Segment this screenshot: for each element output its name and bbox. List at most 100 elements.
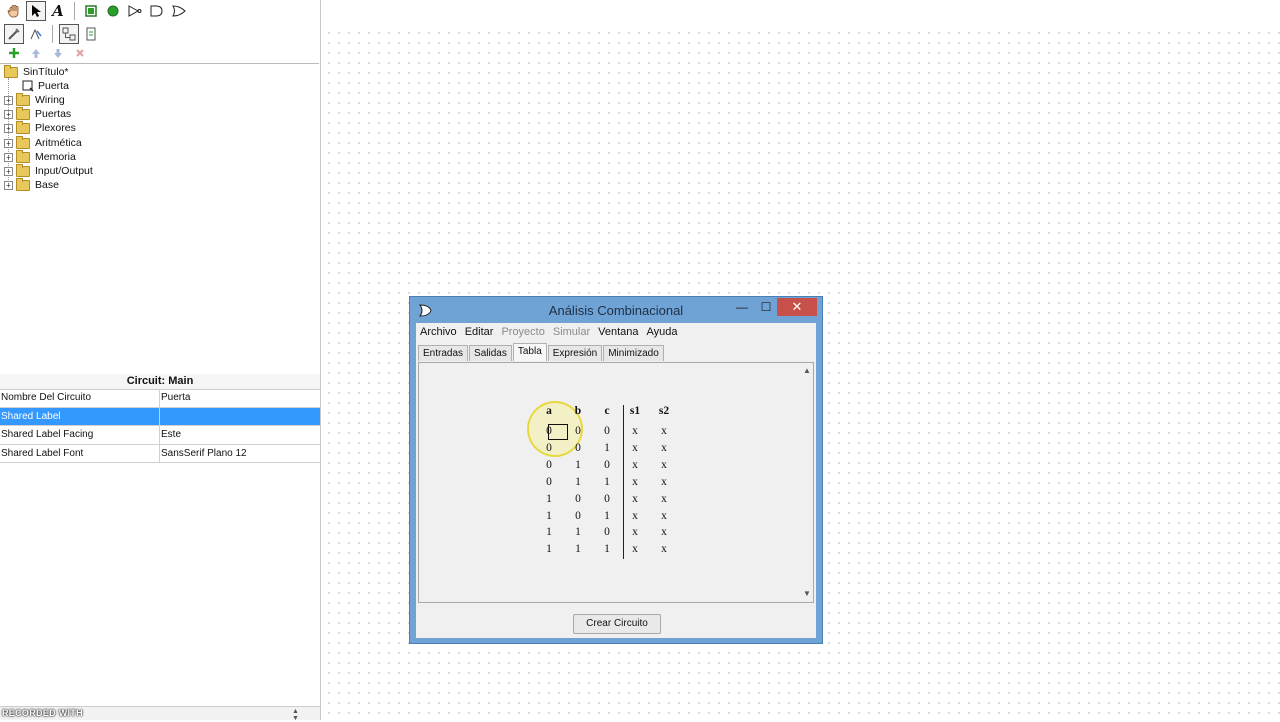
menu-editar[interactable]: Editar <box>465 326 494 338</box>
menu-simular[interactable]: Simular <box>553 326 590 338</box>
table-cell[interactable]: 0 <box>597 493 617 505</box>
edit-layout-icon[interactable] <box>4 24 24 44</box>
table-cell[interactable]: x <box>625 543 645 555</box>
table-cell[interactable]: 0 <box>597 526 617 538</box>
table-cell[interactable]: x <box>625 425 645 437</box>
tree-folder-base[interactable]: + Base <box>4 177 59 192</box>
tab-minimizado[interactable]: Minimizado <box>603 345 664 361</box>
table-cell[interactable]: 0 <box>597 459 617 471</box>
table-cell[interactable]: 1 <box>597 442 617 454</box>
table-cell[interactable]: x <box>654 459 674 471</box>
scroll-down-icon[interactable]: ▼ <box>801 588 813 600</box>
input-pin-icon[interactable] <box>81 1 101 21</box>
dialog-titlebar[interactable]: Análisis Combinacional — ☐ ✕ <box>410 297 822 323</box>
property-value[interactable]: Este <box>160 426 320 444</box>
edit-appearance-icon[interactable] <box>26 24 46 44</box>
table-cell[interactable]: x <box>654 442 674 454</box>
minimize-button[interactable]: — <box>732 298 752 316</box>
circuit-magnifier-icon <box>22 80 34 92</box>
table-cell[interactable]: x <box>654 425 674 437</box>
delete-circuit-icon[interactable] <box>70 45 90 61</box>
table-cell[interactable]: 0 <box>568 510 588 522</box>
table-cell[interactable]: 0 <box>539 476 559 488</box>
close-button[interactable]: ✕ <box>777 298 817 316</box>
table-cell[interactable]: x <box>625 459 645 471</box>
scroll-up-icon[interactable]: ▲ <box>801 365 813 377</box>
table-cell[interactable]: x <box>654 526 674 538</box>
tree-folder-input-output[interactable]: + Input/Output <box>4 163 93 178</box>
table-cell[interactable]: 1 <box>568 459 588 471</box>
property-value[interactable]: Puerta <box>160 389 320 407</box>
vertical-scrollbar[interactable]: ▲ ▼ <box>801 363 813 602</box>
table-cell[interactable]: x <box>625 510 645 522</box>
tree-folder-plexores[interactable]: + Plexores <box>4 120 76 135</box>
property-row[interactable]: Shared Label Font SansSerif Plano 12 <box>0 444 320 463</box>
table-cell[interactable]: 1 <box>539 543 559 555</box>
not-gate-icon[interactable] <box>125 1 145 21</box>
table-cell[interactable]: 1 <box>597 476 617 488</box>
table-cell[interactable]: 0 <box>568 442 588 454</box>
table-cell[interactable]: 0 <box>568 425 588 437</box>
select-tool-icon[interactable] <box>26 1 46 21</box>
project-tree-view-icon[interactable] <box>59 24 79 44</box>
expand-icon[interactable]: + <box>4 109 13 119</box>
move-up-icon[interactable] <box>26 45 46 61</box>
expand-icon[interactable]: + <box>4 180 13 190</box>
property-row[interactable]: Shared Label <box>0 407 320 426</box>
tree-folder-wiring[interactable]: + Wiring <box>4 92 65 107</box>
table-cell[interactable]: x <box>625 476 645 488</box>
tab-entradas[interactable]: Entradas <box>418 345 469 361</box>
table-cell[interactable]: x <box>625 526 645 538</box>
add-circuit-icon[interactable] <box>4 45 24 61</box>
table-cell[interactable]: 0 <box>597 425 617 437</box>
expand-icon[interactable]: + <box>4 166 13 176</box>
text-tool-icon[interactable]: A <box>48 1 68 21</box>
expand-icon[interactable]: + <box>4 138 13 148</box>
table-cell[interactable]: x <box>625 493 645 505</box>
table-cell[interactable]: 1 <box>568 526 588 538</box>
menu-archivo[interactable]: Archivo <box>420 326 457 338</box>
property-value[interactable]: SansSerif Plano 12 <box>160 445 320 463</box>
tree-circuit-puerta[interactable]: Puerta <box>22 79 69 93</box>
table-cell[interactable]: x <box>654 493 674 505</box>
property-row[interactable]: Shared Label Facing Este <box>0 426 320 445</box>
menu-ayuda[interactable]: Ayuda <box>647 326 678 338</box>
table-cell[interactable]: 1 <box>568 543 588 555</box>
table-cell[interactable]: 1 <box>539 493 559 505</box>
table-cell[interactable]: 1 <box>539 526 559 538</box>
menu-proyecto[interactable]: Proyecto <box>501 326 544 338</box>
and-gate-icon[interactable] <box>147 1 167 21</box>
table-cell[interactable]: 1 <box>597 543 617 555</box>
table-cell[interactable]: 1 <box>539 510 559 522</box>
property-value[interactable] <box>160 408 320 426</box>
table-cell[interactable]: x <box>654 543 674 555</box>
property-key: Shared Label <box>0 407 160 425</box>
move-down-icon[interactable] <box>48 45 68 61</box>
property-row[interactable]: Nombre Del Circuito Puerta <box>0 389 320 408</box>
expand-icon[interactable]: + <box>4 95 13 105</box>
table-cell[interactable]: 0 <box>539 442 559 454</box>
table-cell[interactable]: x <box>654 510 674 522</box>
create-circuit-button[interactable]: Crear Circuito <box>573 614 661 634</box>
simulation-tree-view-icon[interactable] <box>81 24 101 44</box>
tab-expresion[interactable]: Expresión <box>547 345 603 361</box>
table-cell[interactable]: 0 <box>539 459 559 471</box>
tree-root[interactable]: SinTítulo* <box>4 64 69 79</box>
expand-icon[interactable]: + <box>4 123 13 133</box>
tab-tabla[interactable]: Tabla <box>512 343 547 361</box>
tree-folder-aritmetica[interactable]: + Aritmética <box>4 135 82 150</box>
table-cell[interactable]: x <box>625 442 645 454</box>
table-cell[interactable]: 1 <box>597 510 617 522</box>
table-cell[interactable]: 0 <box>568 493 588 505</box>
or-gate-icon[interactable] <box>169 1 189 21</box>
table-cell[interactable]: x <box>654 476 674 488</box>
tab-salidas[interactable]: Salidas <box>469 345 512 361</box>
maximize-button[interactable]: ☐ <box>756 298 776 316</box>
menu-ventana[interactable]: Ventana <box>598 326 638 338</box>
output-pin-icon[interactable] <box>103 1 123 21</box>
tree-folder-memoria[interactable]: + Memoria <box>4 149 76 164</box>
expand-icon[interactable]: + <box>4 152 13 162</box>
hand-tool-icon[interactable] <box>4 1 24 21</box>
table-cell[interactable]: 1 <box>568 476 588 488</box>
tree-folder-puertas[interactable]: + Puertas <box>4 106 71 121</box>
